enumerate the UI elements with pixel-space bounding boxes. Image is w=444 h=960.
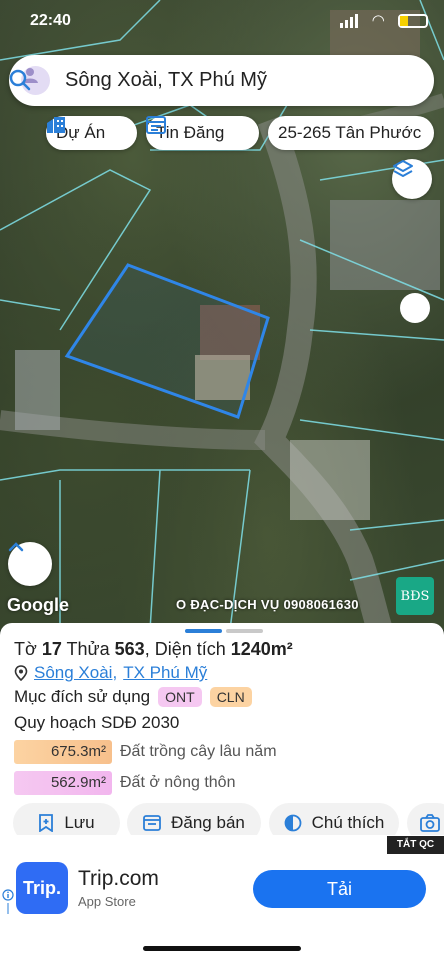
layers-button[interactable] xyxy=(392,159,432,199)
ad-banner[interactable]: Trip. Trip.com App Store Tải xyxy=(0,835,444,960)
parcel-title: Tờ 17 Thửa 563, Diện tích 1240m² xyxy=(14,639,293,659)
land-use-purpose: Mục đích sử dụng ONT CLN xyxy=(14,687,252,707)
badge-cln: CLN xyxy=(209,687,252,707)
layers-icon xyxy=(393,160,413,177)
search-icon[interactable] xyxy=(9,69,31,91)
area-value: 562.9m² xyxy=(14,771,112,795)
ad-store-label: App Store xyxy=(78,894,136,909)
chip-lot-search[interactable]: 25-265 Tân Phước xyxy=(268,116,434,150)
chevron-up-icon xyxy=(8,542,24,552)
commune-link[interactable]: Sông Xoài xyxy=(34,663,112,683)
wifi-icon: ◠ xyxy=(372,12,384,29)
battery-icon xyxy=(398,14,428,28)
camera-add-icon xyxy=(420,814,440,832)
chip-tin-dang-label: Tin Đăng xyxy=(156,123,225,142)
map-credit: O ĐẠC-DỊCH VỤ 0908061630 xyxy=(176,597,359,612)
area-value: 675.3m² xyxy=(14,740,112,764)
contrast-icon xyxy=(284,814,302,832)
chip-lot-search-label: 25-265 Tân Phước xyxy=(278,123,422,142)
ad-app-name[interactable]: Trip.com xyxy=(78,867,159,891)
building-icon xyxy=(47,117,65,133)
status-bar: 22:40 ◠ xyxy=(0,0,444,40)
listing-icon xyxy=(143,815,162,831)
satellite-map[interactable]: 22:40 ◠ Sông Xoài, TX Phú Mỹ Dự Án Tin Đ… xyxy=(0,0,444,630)
area-row-ont: 562.9m² Đất ở nông thôn xyxy=(14,771,235,795)
plan-label: Quy hoạch SDĐ 2030 xyxy=(14,713,180,732)
ad-info-icon[interactable] xyxy=(2,889,14,915)
chip-tin-dang[interactable]: Tin Đăng xyxy=(146,116,259,150)
town-link[interactable]: TX Phú Mỹ xyxy=(123,663,207,683)
bds-logo: BĐS xyxy=(396,577,434,615)
area-label: Đất trồng cây lâu năm xyxy=(120,743,277,760)
parcel-info-sheet: Tờ 17 Thửa 563, Diện tích 1240m² Sông Xo… xyxy=(0,623,444,843)
trip-app-logo[interactable]: Trip. xyxy=(16,862,68,914)
badge-ont: ONT xyxy=(158,687,202,707)
google-logo: Google xyxy=(7,595,69,615)
search-bar[interactable]: Sông Xoài, TX Phú Mỹ xyxy=(9,55,434,106)
search-input[interactable]: Sông Xoài, TX Phú Mỹ xyxy=(65,69,267,92)
status-time: 22:40 xyxy=(30,12,71,29)
map-scroll-handle[interactable] xyxy=(400,293,430,323)
sheet-page-indicator[interactable] xyxy=(185,629,263,633)
bookmark-add-icon xyxy=(39,814,54,832)
area-row-cln: 675.3m² Đất trồng cây lâu năm xyxy=(14,740,277,764)
close-ad-button[interactable]: TẮT QC xyxy=(387,836,444,854)
signal-icon xyxy=(340,14,358,28)
listing-icon xyxy=(146,116,166,134)
location-pin-icon xyxy=(14,665,28,681)
expand-button[interactable] xyxy=(8,542,52,586)
parcel-location: Sông Xoài, TX Phú Mỹ xyxy=(14,663,207,683)
home-indicator[interactable] xyxy=(143,946,301,951)
ad-download-button[interactable]: Tải xyxy=(253,870,426,908)
chip-du-an[interactable]: Dự Án xyxy=(46,116,137,150)
area-label: Đất ở nông thôn xyxy=(120,774,236,791)
